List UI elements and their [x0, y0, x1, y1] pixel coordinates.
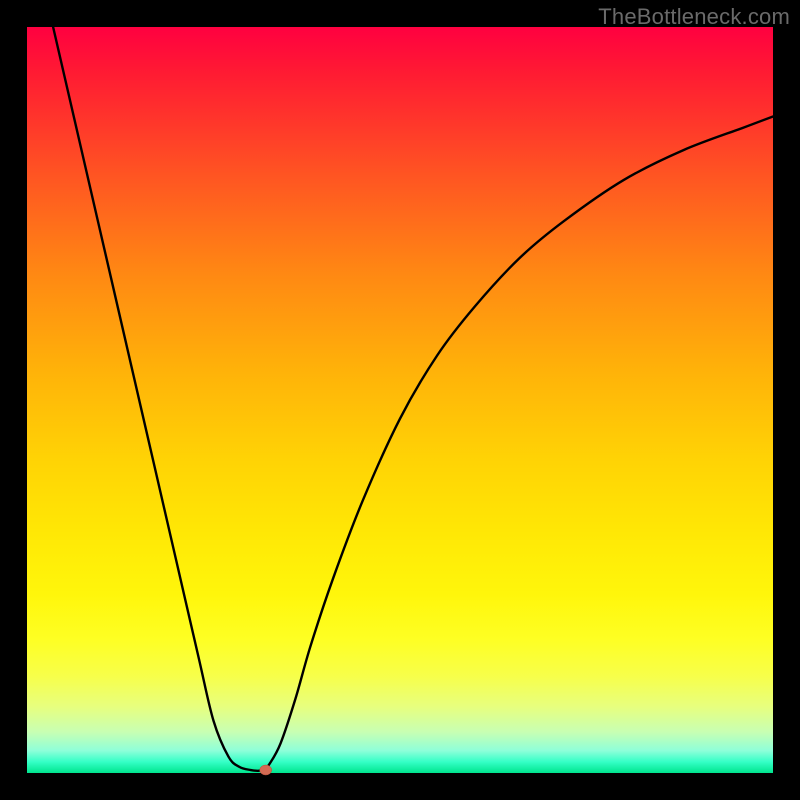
- plot-area: [27, 27, 773, 773]
- curve-layer: [27, 27, 773, 773]
- optimal-point-marker: [260, 765, 272, 775]
- bottleneck-curve: [53, 27, 773, 771]
- chart-frame: TheBottleneck.com: [0, 0, 800, 800]
- watermark-text: TheBottleneck.com: [598, 4, 790, 30]
